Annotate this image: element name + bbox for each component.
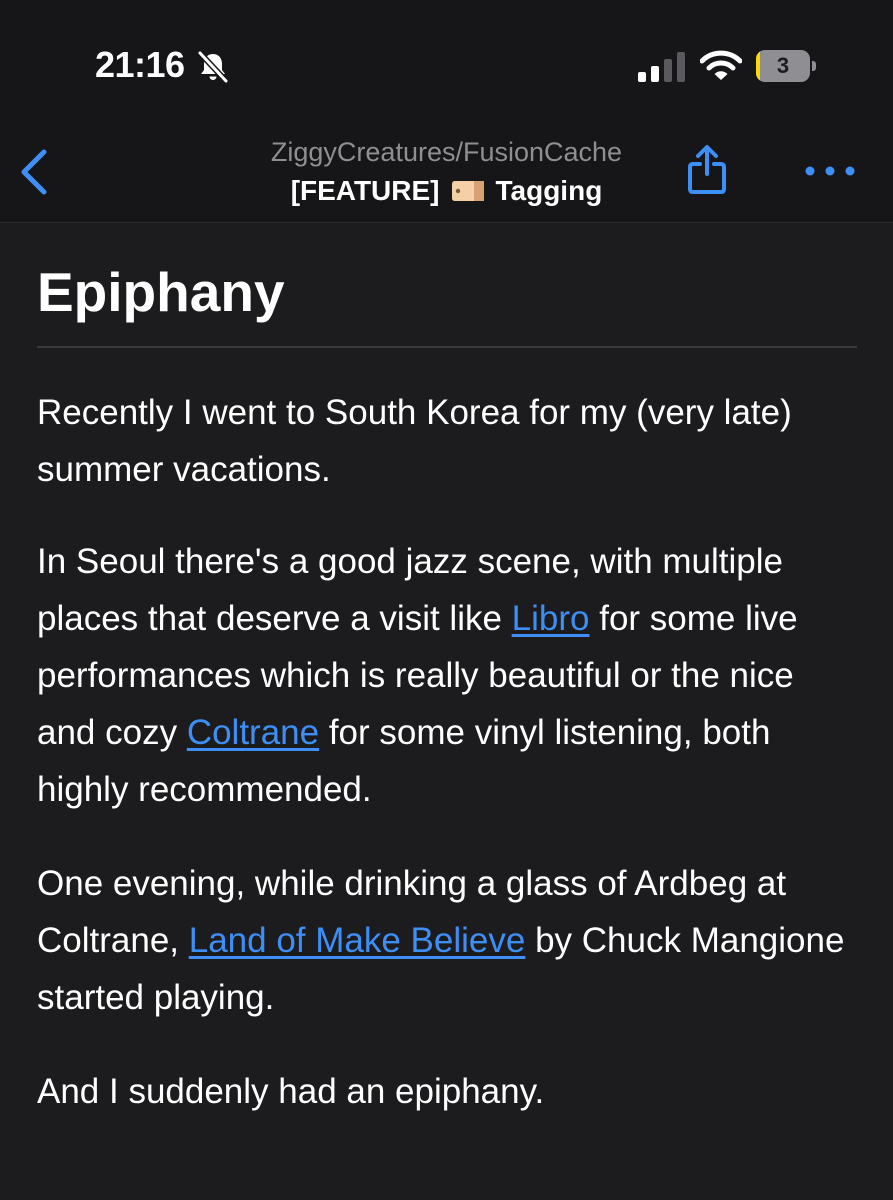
wifi-icon bbox=[700, 50, 742, 80]
screen: 21:16 3 ZiggyCreatures/FusionCache [FEAT… bbox=[0, 0, 893, 1200]
paragraph-3: One evening, while drinking a glass of A… bbox=[37, 855, 857, 1026]
paragraph-1: Recently I went to South Korea for my (v… bbox=[37, 393, 792, 489]
nav-title-group: ZiggyCreatures/FusionCache [FEATURE] Tag… bbox=[160, 134, 733, 212]
article-heading: Epiphany bbox=[37, 261, 285, 323]
share-icon[interactable] bbox=[686, 144, 728, 196]
coltrane-link[interactable]: Coltrane bbox=[187, 713, 319, 752]
issue-title: [FEATURE] Tagging bbox=[160, 170, 733, 212]
article-body: Epiphany Recently I went to South Korea … bbox=[37, 222, 857, 1120]
bell-slash-icon bbox=[197, 50, 229, 84]
land-of-make-believe-link[interactable]: Land of Make Believe bbox=[189, 921, 526, 960]
battery-level: 3 bbox=[776, 53, 790, 78]
top-bar: 21:16 3 ZiggyCreatures/FusionCache [FEAT… bbox=[0, 0, 893, 223]
paragraph-4: And I suddenly had an epiphany. bbox=[37, 1072, 545, 1111]
ellipsis-icon[interactable] bbox=[804, 162, 856, 180]
chevron-left-icon[interactable] bbox=[14, 146, 54, 198]
libro-link[interactable]: Libro bbox=[512, 599, 590, 638]
status-time: 21:16 bbox=[95, 44, 185, 85]
issue-title-suffix: Tagging bbox=[495, 175, 603, 206]
heading-divider bbox=[37, 346, 857, 348]
cellular-signal-icon bbox=[638, 52, 685, 82]
issue-title-prefix: [FEATURE] bbox=[290, 175, 440, 206]
battery-icon: 3 bbox=[756, 50, 816, 82]
paragraph-2: In Seoul there's a good jazz scene, with… bbox=[37, 533, 857, 818]
label-tag-icon bbox=[451, 181, 484, 201]
repo-name: ZiggyCreatures/FusionCache bbox=[270, 137, 623, 167]
